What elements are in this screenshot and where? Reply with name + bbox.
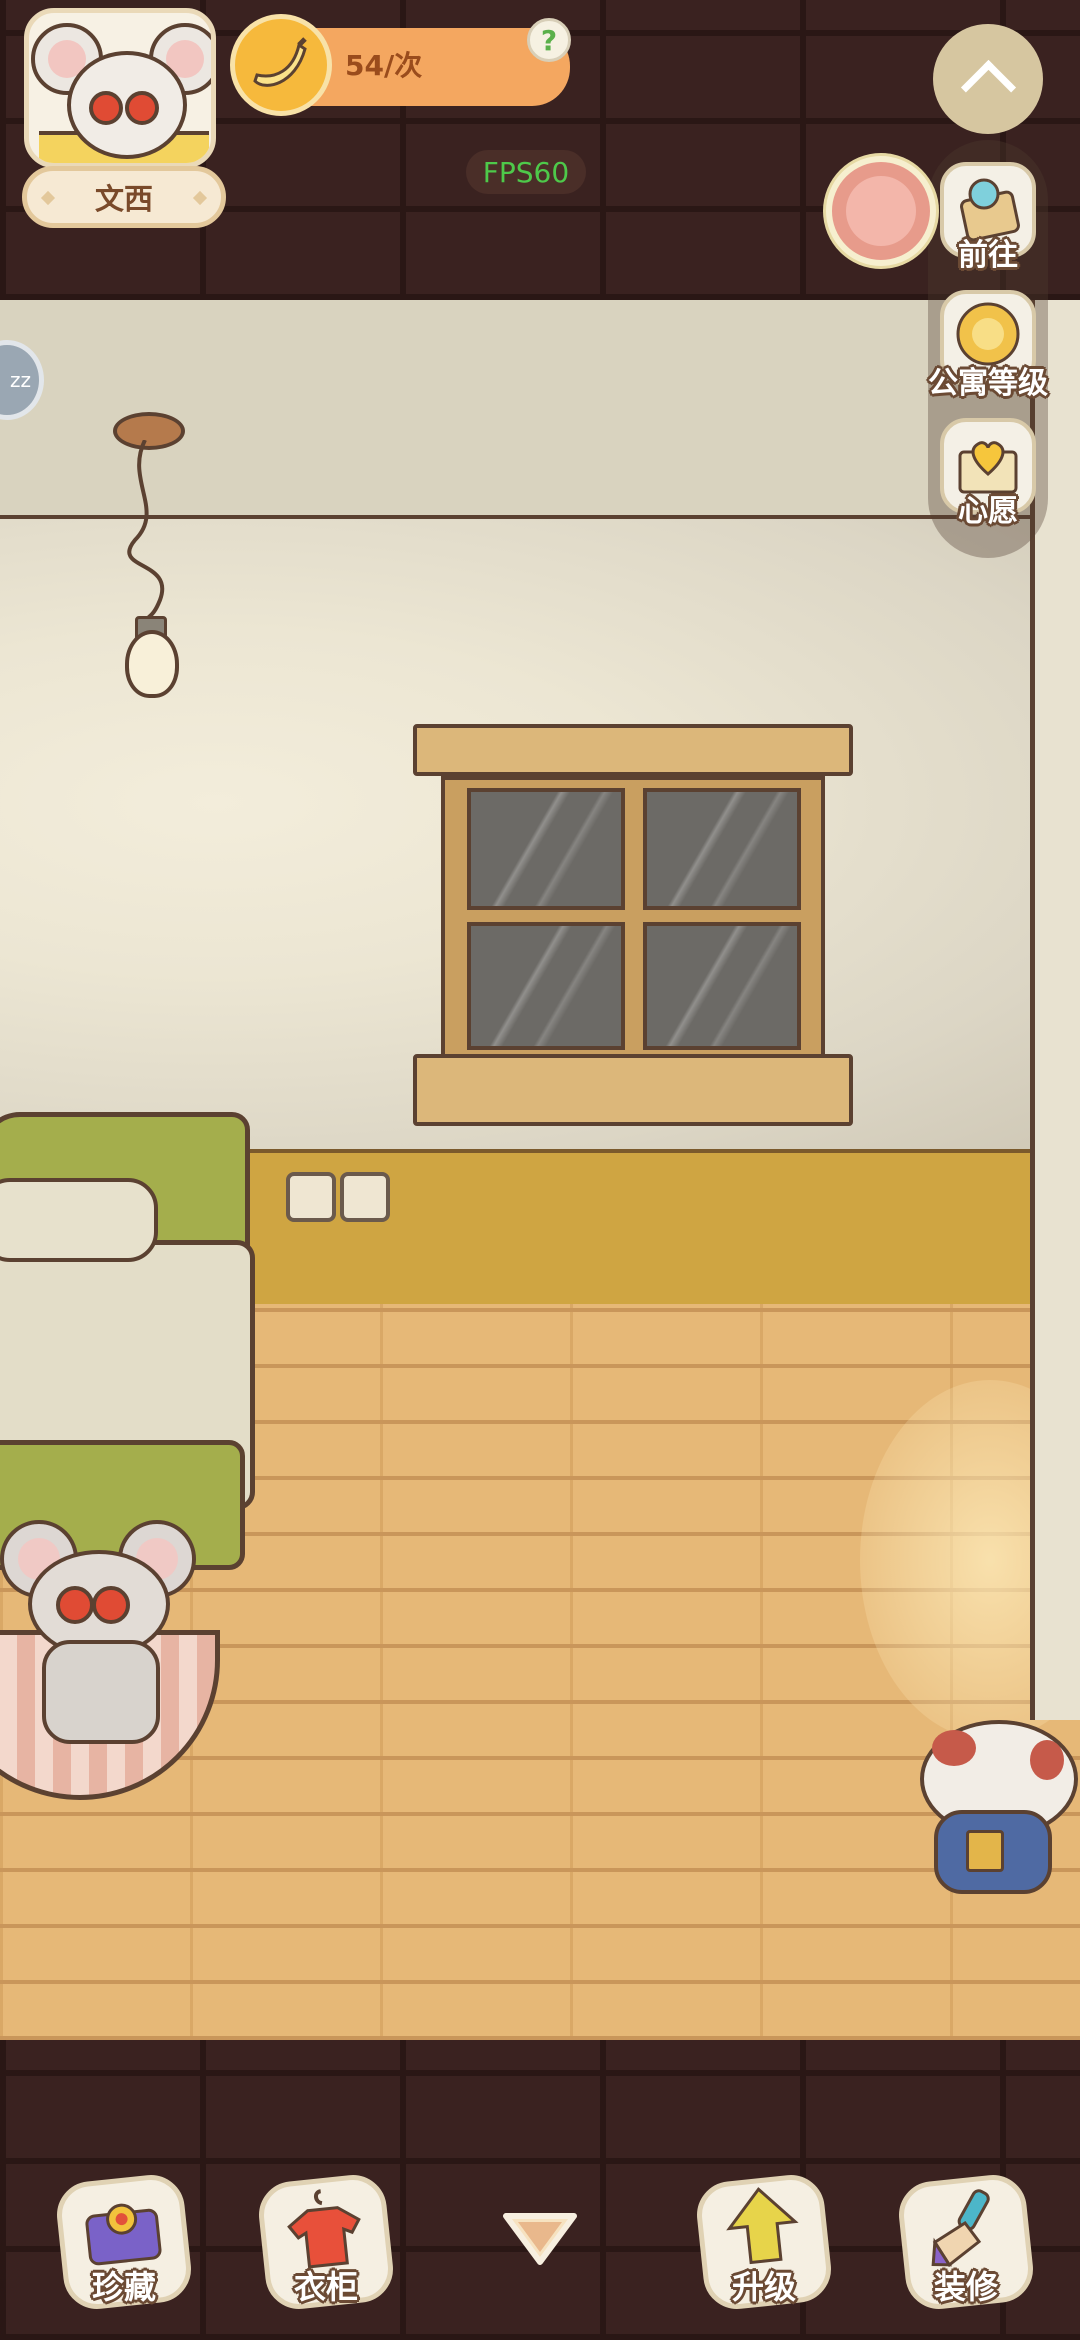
window[interactable] [413, 724, 853, 1126]
goto-button[interactable]: 前往 [930, 162, 1046, 273]
cat-spot [1030, 1740, 1064, 1780]
wall-outlet [286, 1172, 336, 1222]
upgrade-button[interactable]: 升级 [693, 2171, 835, 2313]
treasure-button[interactable]: 珍藏 [53, 2171, 195, 2313]
mouse-face-icon [846, 176, 916, 246]
window-pane [643, 922, 801, 1050]
diamond-ornament [40, 190, 56, 206]
cat-spot [932, 1730, 976, 1766]
decorate-button[interactable]: 装修 [895, 2171, 1037, 2313]
glasses-icon [92, 1586, 130, 1624]
upgrade-label: 升级 [731, 2268, 796, 2306]
mouse-body [42, 1640, 160, 1744]
light-switch[interactable] [340, 1172, 390, 1222]
goto-label: 前往 [958, 238, 1018, 273]
banana-icon [230, 14, 332, 116]
wish-label: 心愿 [958, 494, 1018, 529]
light-bulb-icon[interactable] [125, 630, 179, 698]
chevron-up-icon [960, 59, 1017, 116]
player-name-plate[interactable]: 文西 [22, 166, 226, 228]
bed-pillow [0, 1178, 158, 1262]
window-pane [467, 788, 625, 910]
window-pane [643, 788, 801, 910]
player-name: 文西 [94, 182, 153, 216]
window-frame [441, 776, 825, 1058]
collapse-toolbar-button[interactable] [500, 2206, 580, 2270]
apartment-level-label: 公寓等级 [928, 366, 1048, 401]
energy-cost-text: 54/次 [345, 49, 423, 82]
sleep-icon: zz [10, 368, 31, 392]
window-header [413, 724, 853, 776]
treasure-label: 珍藏 [91, 2268, 156, 2306]
cat-character[interactable] [912, 1700, 1080, 1894]
collapse-menu-button[interactable] [933, 24, 1043, 134]
apartment-level-button[interactable]: 公寓等级 [928, 290, 1048, 401]
glasses-icon [56, 1586, 94, 1624]
room-scene[interactable] [0, 300, 1080, 2040]
wardrobe-label: 衣柜 [293, 2268, 358, 2306]
glasses-icon [125, 91, 159, 125]
triangle-down-icon [503, 2213, 577, 2265]
help-icon[interactable]: ? [527, 18, 571, 62]
decorate-label: 装修 [933, 2268, 998, 2306]
wish-button[interactable]: 心愿 [930, 418, 1046, 529]
book-icon [966, 1830, 1004, 1872]
window-pane [467, 922, 625, 1050]
window-sill [413, 1054, 853, 1126]
glasses-icon [89, 91, 123, 125]
fps-counter: FPS60 [466, 150, 586, 194]
mouse-character[interactable] [0, 1510, 200, 1744]
player-avatar[interactable] [24, 8, 216, 168]
diamond-ornament [192, 190, 208, 206]
wardrobe-button[interactable]: 衣柜 [255, 2171, 397, 2313]
